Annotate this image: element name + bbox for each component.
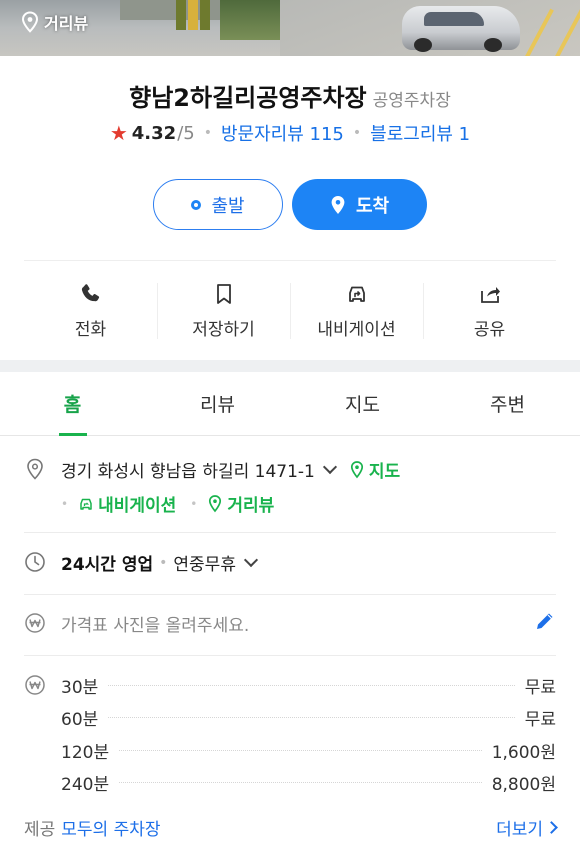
action-bar: 전화 저장하기 내비게이션 공유 [24, 260, 556, 360]
fee-leader [119, 781, 482, 783]
call-button[interactable]: 전화 [24, 261, 157, 360]
hours-line: 24시간 영업 • 연중무휴 [61, 550, 270, 575]
divider [24, 594, 556, 595]
clock-icon [25, 552, 45, 572]
rating-row: ★ 4.32 /5 • 방문자리뷰 115 • 블로그리뷰 1 [0, 120, 580, 146]
arrive-button[interactable]: 도착 [292, 179, 427, 230]
fee-price: 1,600원 [491, 742, 556, 763]
chevron-down-icon[interactable] [322, 459, 337, 475]
hours-status: 24시간 영업 [61, 555, 154, 575]
rating-max: /5 [177, 122, 195, 144]
location-pin-icon [209, 494, 222, 512]
section-gap [0, 360, 580, 372]
place-title: 향남2하길리공영주차장 [129, 84, 367, 112]
call-label: 전화 [74, 320, 107, 340]
origin-dot-icon [191, 199, 202, 210]
fee-duration: 60분 [61, 709, 99, 730]
tab-reviews[interactable]: 리뷰 [145, 372, 290, 435]
navigation-link-label: 내비게이션 [98, 496, 177, 516]
tab-nearby[interactable]: 주변 [435, 372, 580, 435]
price-hint-text: 가격표 사진을 올려주세요. [61, 616, 250, 636]
place-category: 공영주차장 [372, 91, 451, 111]
tab-map[interactable]: 지도 [290, 372, 435, 435]
place-header: 향남2하길리공영주차장 공영주차장 [0, 78, 580, 113]
streetview-badge[interactable]: 거리뷰 [20, 10, 88, 34]
share-icon [480, 287, 500, 303]
address-text: 경기 화성시 향남읍 하길리 1471-1 [61, 462, 315, 482]
fee-duration: 30분 [61, 677, 99, 698]
phone-icon [81, 284, 99, 302]
address-navigation-link[interactable]: 내비게이션 [78, 491, 176, 516]
location-pin-icon [21, 11, 39, 33]
tab-bar: 홈 리뷰 지도 주변 [0, 372, 580, 436]
share-label: 공유 [473, 320, 506, 340]
visitor-reviews-link[interactable]: 방문자리뷰 115 [221, 120, 344, 146]
hours-holiday: 연중무휴 [173, 555, 236, 575]
blog-reviews-link[interactable]: 블로그리뷰 1 [370, 120, 470, 146]
address-links: • 내비게이션 • 거리뷰 [61, 491, 274, 516]
separator-dot: • [159, 554, 168, 571]
streetview-label: 거리뷰 [44, 14, 89, 33]
navigation-button[interactable]: 내비게이션 [290, 261, 423, 360]
divider [24, 655, 556, 656]
save-button[interactable]: 저장하기 [157, 261, 290, 360]
fee-leader [108, 716, 515, 718]
star-icon: ★ [109, 121, 128, 145]
photo-post [188, 0, 198, 30]
fee-row: 30분 무료 [61, 673, 556, 698]
provider-link[interactable]: 모두의 주차장 [61, 820, 160, 840]
location-pin-icon [350, 460, 363, 478]
separator-dot: • [352, 125, 362, 141]
arrive-label: 도착 [355, 195, 390, 217]
location-pin-icon [27, 458, 43, 480]
address-line: 경기 화성시 향남읍 하길리 1471-1 지도 [61, 457, 400, 482]
photo-car [402, 6, 520, 52]
more-button[interactable]: 더보기 [496, 815, 558, 840]
depart-button[interactable]: 출발 [153, 179, 283, 230]
chevron-down-icon[interactable] [243, 552, 259, 568]
fee-row: 60분 무료 [61, 705, 556, 730]
place-photo[interactable]: 거리뷰 [0, 0, 580, 56]
navigation-label: 내비게이션 [317, 320, 396, 340]
address-map-link[interactable]: 지도 [349, 457, 400, 482]
rating-score: 4.32 [131, 122, 177, 144]
photo-post [200, 0, 210, 30]
won-icon [25, 613, 45, 633]
separator-dot: • [203, 125, 212, 141]
more-label: 더보기 [496, 820, 543, 840]
fee-leader [119, 749, 482, 751]
provider-credit: 제공 모두의 주차장 [24, 815, 161, 840]
fee-row: 120분 1,600원 [61, 738, 556, 763]
provider-prefix: 제공 [24, 820, 56, 840]
fee-duration: 120분 [61, 742, 110, 763]
chevron-right-icon [545, 821, 558, 834]
divider [24, 532, 556, 533]
streetview-link-label: 거리뷰 [227, 496, 275, 516]
save-label: 저장하기 [192, 320, 255, 340]
car-navigation-icon [80, 498, 92, 510]
fee-price: 무료 [524, 709, 556, 730]
separator-dot: • [61, 496, 69, 511]
photo-post [176, 0, 186, 30]
bookmark-icon [216, 284, 231, 304]
separator-dot: • [190, 496, 198, 511]
location-pin-icon [331, 195, 345, 214]
fee-price: 8,800원 [491, 774, 556, 795]
car-navigation-icon [348, 286, 365, 302]
fee-leader [108, 684, 515, 686]
won-icon [25, 675, 45, 695]
depart-label: 출발 [211, 195, 245, 217]
pencil-icon[interactable] [534, 610, 556, 632]
map-link-label: 지도 [368, 462, 401, 482]
tab-home[interactable]: 홈 [0, 372, 145, 436]
fee-duration: 240분 [61, 774, 110, 795]
fee-price: 무료 [524, 677, 556, 698]
fee-row: 240분 8,800원 [61, 770, 556, 795]
share-button[interactable]: 공유 [423, 261, 556, 360]
address-streetview-link[interactable]: 거리뷰 [207, 491, 274, 516]
